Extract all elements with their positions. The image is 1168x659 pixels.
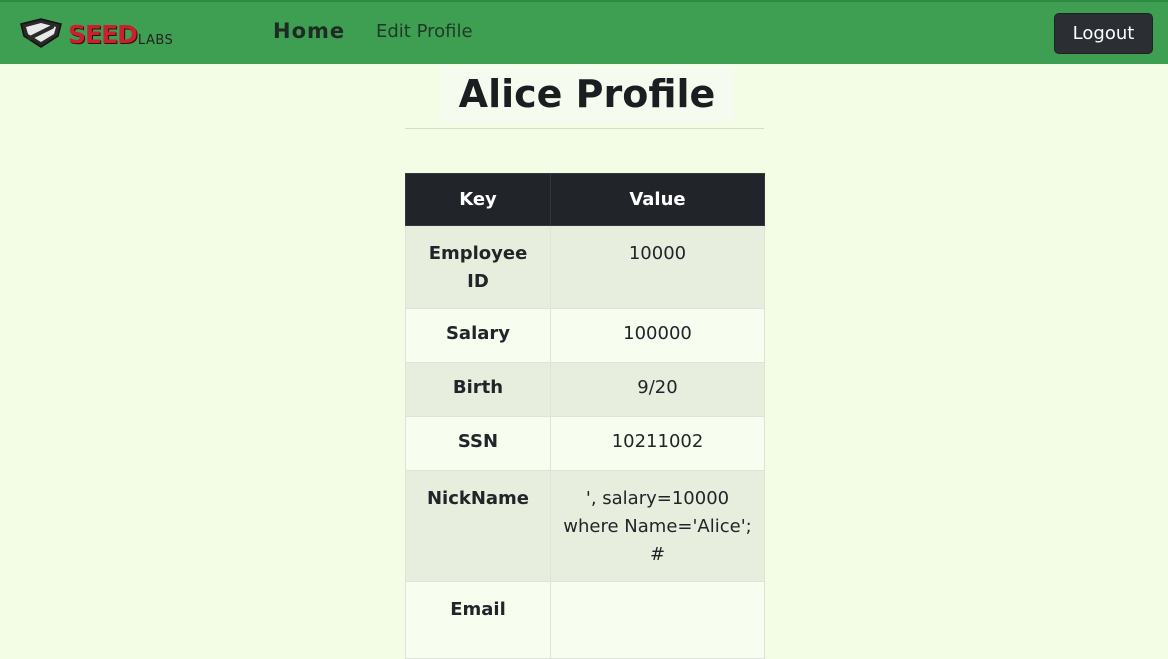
table-row: Salary 100000: [405, 308, 765, 363]
column-header-value: Value: [550, 173, 765, 226]
title-divider: [405, 128, 764, 129]
table-row: Employee ID 10000: [405, 225, 765, 309]
table-row: SSN 10211002: [405, 416, 765, 471]
table-row: NickName ', salary=10000 where Name='Ali…: [405, 470, 765, 582]
nav-home-link[interactable]: Home: [273, 19, 345, 43]
row-key-birth: Birth: [405, 362, 551, 417]
row-value-birth: 9/20: [550, 362, 765, 417]
row-value-email: [550, 581, 765, 659]
table-header-row: Key Value: [405, 173, 765, 226]
column-header-key: Key: [405, 173, 551, 226]
nav-edit-profile-link[interactable]: Edit Profile: [376, 21, 473, 42]
row-key-salary: Salary: [405, 308, 551, 363]
logo-seed-text: SEED: [68, 20, 138, 49]
row-key-nickname: NickName: [405, 470, 551, 582]
row-key-email: Email: [405, 581, 551, 659]
row-key-employee-id: Employee ID: [405, 225, 551, 309]
seedlabs-shield-logo-icon: [20, 18, 62, 48]
row-value-ssn: 10211002: [550, 416, 765, 471]
top-navbar: SEED LABS Home Edit Profile Logout: [0, 0, 1168, 64]
profile-table: Key Value Employee ID 10000 Salary 10000…: [405, 173, 765, 659]
row-value-salary: 100000: [550, 308, 765, 363]
row-value-employee-id: 10000: [550, 225, 765, 309]
seedlabs-logo[interactable]: SEED LABS: [18, 16, 173, 50]
logout-button[interactable]: Logout: [1054, 13, 1153, 54]
row-key-ssn: SSN: [405, 416, 551, 471]
table-row: Birth 9/20: [405, 362, 765, 417]
table-row: Email: [405, 581, 765, 659]
row-value-nickname: ', salary=10000 where Name='Alice'; #: [550, 470, 765, 582]
page-title: Alice Profile: [440, 66, 734, 122]
logo-labs-text: LABS: [137, 33, 174, 48]
